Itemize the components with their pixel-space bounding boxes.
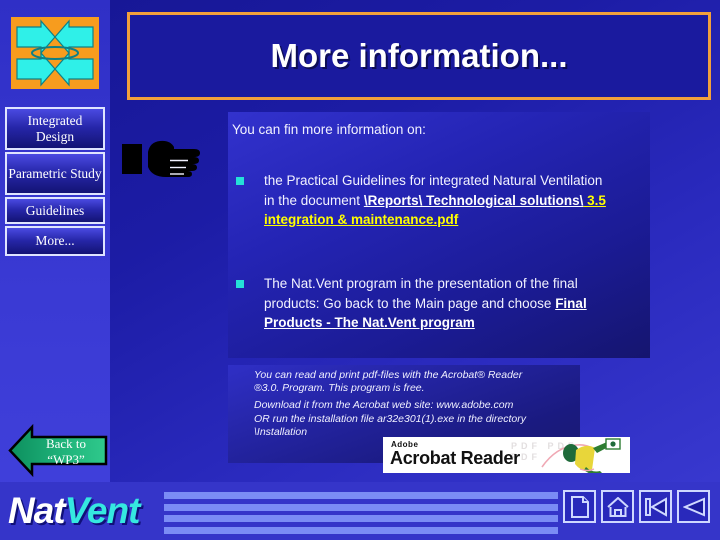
navigation-bar — [563, 490, 710, 523]
previous-slide-icon[interactable] — [677, 490, 710, 523]
sidebar-item-guidelines[interactable]: Guidelines — [5, 197, 105, 224]
slide-title-box: More information... — [127, 12, 711, 100]
document-path-link[interactable]: \Reports\ Technological solutions\ — [364, 193, 584, 208]
sidebar-item-label: More... — [35, 233, 75, 248]
acrobat-reader-logo: PDF PDF PDF Adobe Acrobat Reader — [383, 437, 630, 473]
footer-stripes — [164, 492, 558, 534]
footer-stripe — [164, 515, 558, 523]
natvent-wordmark: NatVent — [8, 490, 141, 532]
first-slide-icon[interactable] — [639, 490, 672, 523]
slide-canvas: More information... Integrated Design Pa… — [0, 0, 720, 540]
content-intro-text: You can fin more information on: — [232, 122, 426, 137]
four-arrows-inward-icon — [11, 17, 99, 89]
list-item[interactable]: The Nat.Vent program in the presentation… — [236, 274, 612, 333]
wordmark-part-nat: Nat — [8, 490, 66, 531]
footer-stripe — [164, 492, 558, 499]
footer-stripe — [164, 503, 558, 511]
page-title: More information... — [270, 37, 568, 74]
back-to-wp3-button[interactable] — [8, 423, 108, 478]
sidebar-item-label: Guidelines — [25, 202, 85, 218]
acrobat-note-text: You can read and print pdf-files with th… — [254, 369, 579, 439]
bullet-plain-text: The Nat.Vent program in the presentation… — [264, 276, 578, 311]
document-icon[interactable] — [563, 490, 596, 523]
note-line-1: You can read and print pdf-files with th… — [254, 369, 523, 381]
acrobat-runner-icon — [541, 438, 621, 473]
footer-stripe — [164, 526, 558, 534]
sidebar-item-parametric-study[interactable]: Parametric Study — [5, 152, 105, 195]
bullet-text: the Practical Guidelines for integrated … — [264, 171, 612, 230]
note-line-2: ®3.0. Program. This program is free. — [254, 382, 425, 395]
home-icon[interactable] — [601, 490, 634, 523]
pointing-hand-icon — [122, 138, 208, 180]
list-item[interactable]: the Practical Guidelines for integrated … — [236, 171, 612, 230]
note-line-3: Download it from the Acrobat web site: w… — [254, 399, 514, 412]
bullet-text: The Nat.Vent program in the presentation… — [264, 274, 612, 333]
sidebar-item-label: Parametric Study — [8, 165, 102, 181]
cyan-square-bullet-icon — [236, 177, 244, 185]
sidebar-item-integrated-design[interactable]: Integrated Design — [5, 107, 105, 150]
sidebar-item-more[interactable]: More... — [5, 226, 105, 256]
acrobat-product-label: Acrobat Reader — [390, 448, 520, 468]
note-line-4: OR run the installation file ar32e301(1)… — [254, 412, 526, 425]
cyan-square-bullet-icon — [236, 280, 244, 288]
sidebar-item-label: Integrated Design — [27, 112, 83, 144]
wordmark-part-vent: Vent — [64, 490, 141, 531]
